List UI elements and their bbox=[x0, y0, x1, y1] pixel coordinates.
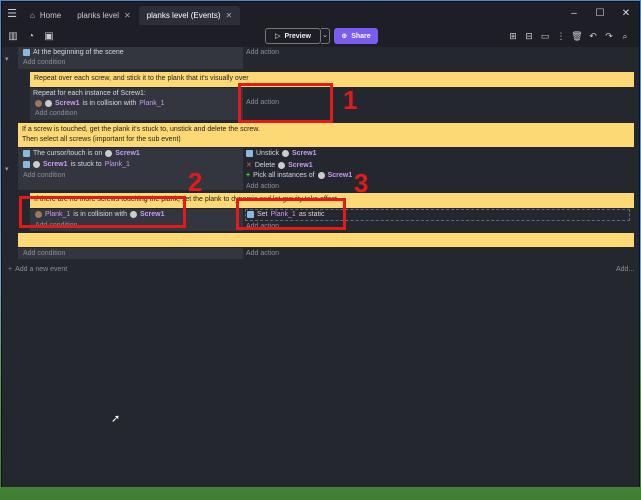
panels-icon[interactable]: ▥ bbox=[6, 31, 20, 42]
home-icon: ⌂ bbox=[30, 11, 35, 20]
unstick-icon bbox=[246, 150, 253, 157]
share-label: Share bbox=[351, 32, 371, 40]
object-name: Screw1 bbox=[288, 161, 313, 169]
comment-block[interactable]: If a screw is touched, get the plank it'… bbox=[18, 123, 634, 147]
history-icon[interactable]: ◔ bbox=[24, 31, 38, 42]
comment-text: Then select all screws (important for th… bbox=[22, 136, 181, 143]
title-bar: ☰ ⌂ Home planks level ✕ planks level (Ev… bbox=[2, 2, 639, 25]
toolbar: ▥ ◔ ▣ ▷ Preview ⌄ ⊕ Share ⊞ ⊟ ▭ ⋮ 🗑 ↶ ↷ … bbox=[2, 25, 639, 47]
maximize-icon[interactable]: ☐ bbox=[587, 2, 613, 25]
condition-text: is in collision with bbox=[82, 100, 137, 107]
object-name: Plank_1 bbox=[104, 161, 130, 168]
delete-icon: ✕ bbox=[246, 162, 252, 169]
object-name: Screw1 bbox=[291, 150, 317, 157]
toolbar-right: ⊞ ⊟ ▭ ⋮ 🗑 ↶ ↷ ⌕ bbox=[505, 25, 633, 47]
add-action-link[interactable]: Add action bbox=[246, 49, 279, 56]
add-new-event-label: Add a new event bbox=[15, 266, 68, 273]
condition-text: is stuck to bbox=[70, 161, 102, 168]
annotation-box bbox=[238, 83, 333, 123]
tab-planks-level[interactable]: planks level ✕ bbox=[69, 6, 139, 25]
object-name: Plank_1 bbox=[139, 100, 165, 107]
gdevelop-window: ☰ ⌂ Home planks level ✕ planks level (Ev… bbox=[1, 1, 640, 487]
preview-dropdown-button[interactable]: ⌄ bbox=[321, 28, 330, 44]
add-condition-link[interactable]: Add condition bbox=[23, 172, 65, 179]
tab-planks-level-label: planks level bbox=[77, 11, 119, 20]
object-name: Screw1 bbox=[55, 100, 80, 107]
menu-icon[interactable]: ☰ bbox=[2, 7, 22, 20]
undo-icon[interactable]: ↶ bbox=[585, 31, 601, 42]
close-icon[interactable]: ✕ bbox=[226, 11, 233, 20]
repeat-label: Repeat for each instance of Screw1: bbox=[33, 90, 146, 97]
add-condition-link[interactable]: Add condition bbox=[35, 110, 77, 117]
object-icon bbox=[105, 150, 113, 157]
action-text: Pick all instances of bbox=[253, 172, 315, 179]
add-action-link[interactable]: Add action bbox=[246, 250, 279, 257]
object-icon bbox=[45, 100, 52, 107]
preview-button[interactable]: ▷ Preview bbox=[265, 28, 321, 44]
globe-icon: ⊕ bbox=[341, 33, 348, 40]
add-action-link[interactable]: Add action bbox=[246, 183, 279, 190]
add-event-icon[interactable]: ⊞ bbox=[505, 31, 521, 42]
annotation-number: 1 bbox=[343, 85, 358, 115]
chevron-down-icon: ⌄ bbox=[322, 32, 328, 39]
object-name: Screw1 bbox=[43, 161, 68, 168]
annotation-box bbox=[236, 198, 346, 230]
repeat-event-conditions[interactable]: Repeat for each instance of Screw1: Scre… bbox=[30, 88, 243, 120]
action-text: Delete bbox=[254, 161, 276, 169]
touch-event-conditions[interactable]: The cursor/touch is on Screw1 Screw1 is … bbox=[18, 148, 243, 190]
collision-icon bbox=[35, 100, 42, 107]
stick-icon bbox=[23, 161, 30, 168]
add-icon: + bbox=[8, 266, 13, 273]
more-icon[interactable]: ⋮ bbox=[553, 31, 569, 42]
add-condition-link[interactable]: Add condition bbox=[23, 59, 65, 66]
collapse-icon[interactable]: ▾ bbox=[5, 165, 9, 173]
minimize-icon[interactable]: – bbox=[561, 2, 587, 25]
annotation-number: 2 bbox=[188, 167, 203, 197]
close-icon[interactable]: ✕ bbox=[124, 11, 131, 20]
action-text: Unstick bbox=[256, 150, 279, 157]
scene-icon[interactable]: ▣ bbox=[42, 31, 56, 42]
annotation-number: 3 bbox=[354, 168, 369, 198]
mouse-cursor-icon: ➚ bbox=[111, 413, 121, 425]
cursor-icon bbox=[23, 150, 30, 157]
comment-text: If a screw is touched, get the plank it'… bbox=[22, 126, 260, 133]
search-icon[interactable]: ⌕ bbox=[617, 31, 633, 42]
scene-start-icon bbox=[23, 49, 30, 56]
object-icon bbox=[33, 161, 40, 168]
window-close-icon[interactable]: ✕ bbox=[613, 2, 639, 25]
add-more-link[interactable]: Add... bbox=[616, 266, 634, 273]
event-1-conditions[interactable]: At the beginning of the scene Add condit… bbox=[18, 47, 243, 69]
tab-home-label: Home bbox=[39, 11, 62, 20]
object-icon bbox=[278, 161, 286, 169]
tab-planks-level-events[interactable]: planks level (Events) ✕ bbox=[138, 6, 241, 25]
redo-icon[interactable]: ↷ bbox=[601, 31, 617, 42]
tab-events-label: planks level (Events) bbox=[146, 11, 221, 20]
share-button[interactable]: ⊕ Share bbox=[334, 28, 378, 44]
object-icon bbox=[281, 150, 289, 157]
object-icon bbox=[317, 172, 325, 179]
touch-event-actions: Unstick Screw1 ✕ Delete Screw1 + Pick al… bbox=[245, 148, 634, 190]
delete-icon[interactable]: 🗑 bbox=[569, 31, 585, 42]
window-controls: – ☐ ✕ bbox=[561, 2, 639, 25]
add-condition-link[interactable]: Add condition bbox=[23, 250, 65, 257]
annotation-box bbox=[19, 196, 186, 228]
add-subevent-icon[interactable]: ⊟ bbox=[521, 31, 537, 42]
collapse-icon[interactable]: ▾ bbox=[5, 55, 9, 63]
comment-icon[interactable]: ▭ bbox=[537, 31, 553, 42]
condition-text: At the beginning of the scene bbox=[33, 49, 124, 56]
comment-text: Repeat over each screw, and stick it to … bbox=[34, 75, 249, 82]
tab-home[interactable]: ⌂ Home bbox=[22, 6, 69, 25]
condition-text: The cursor/touch is on bbox=[33, 150, 103, 157]
object-name: Screw1 bbox=[327, 172, 353, 179]
plus-icon: + bbox=[246, 172, 251, 179]
comment-block[interactable] bbox=[18, 233, 634, 247]
preview-label: Preview bbox=[284, 32, 311, 40]
add-new-event-link[interactable]: + Add a new event bbox=[8, 266, 67, 273]
play-icon: ▷ bbox=[275, 33, 281, 40]
object-name: Screw1 bbox=[115, 150, 140, 157]
